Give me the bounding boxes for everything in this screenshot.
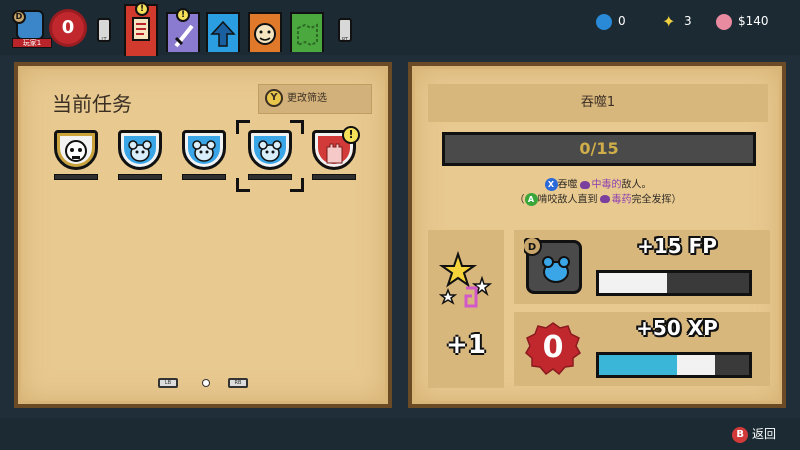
star-burst-icon: ✦ — [662, 11, 676, 31]
desc-line-1: X 吞噬 中毒的敌人。 — [428, 178, 768, 193]
lb-button[interactable]: LB — [158, 378, 178, 388]
quest-slot-3[interactable] — [180, 130, 228, 182]
tab-quests-alert: ! — [135, 2, 149, 16]
selection-corner — [236, 178, 250, 192]
stars-value: 3 — [684, 14, 692, 28]
tab-upgrades[interactable] — [206, 12, 240, 52]
back-label: 返回 — [751, 427, 776, 441]
rt-button[interactable]: RT — [338, 18, 352, 42]
rat-icon — [128, 140, 152, 162]
x-button-icon: X — [544, 178, 558, 191]
quest-slot-2[interactable] — [116, 130, 164, 182]
rb-button[interactable]: RB — [228, 378, 248, 388]
quest-progress-bar — [54, 174, 98, 180]
quest-progress-bar — [118, 174, 162, 180]
rat-icon — [192, 140, 216, 162]
xp-progress-bar — [596, 352, 752, 378]
quest-detail-panel: 吞噬1 0/15 X 吞噬 中毒的敌人。 （A 啃咬敌人直到 毒药完全发挥） +1 D — [408, 62, 786, 408]
stars-count: ✦ 3 — [662, 11, 692, 31]
sparkle-stars-icon — [438, 250, 493, 308]
player-tag: 玩家1 — [12, 38, 52, 48]
xp-reward-row: 0 +50 XP — [514, 312, 770, 386]
panel-title: 当前任务 — [52, 92, 132, 116]
poison-skull-icon — [579, 180, 590, 189]
quest-progress-bar — [182, 174, 226, 180]
desc-text: 啃咬敌人直到 — [537, 194, 598, 205]
quest-slot-1[interactable] — [52, 130, 100, 182]
lt-button[interactable]: LT — [97, 18, 111, 42]
tab-weapons[interactable]: ! — [166, 8, 200, 52]
rat-icon — [258, 140, 282, 162]
tab-pets[interactable] — [248, 12, 282, 52]
upgrade-points: 0 — [596, 11, 626, 31]
desc-text: 完全发挥） — [631, 194, 682, 205]
desc-poison-text: 中毒的 — [591, 179, 622, 191]
bottom-bar: B 返回 — [0, 418, 800, 450]
desc-text: 敌人。 — [621, 179, 652, 191]
fp-reward-label: +15 FP — [637, 234, 717, 258]
tab-weapons-alert: ! — [176, 8, 190, 22]
skull-face-icon — [65, 140, 87, 162]
selection-corner — [290, 178, 304, 192]
upgrade-point-icon — [596, 13, 612, 30]
quest-slot-5[interactable]: ! — [310, 126, 360, 182]
change-filter-label: 更改筛选 — [287, 93, 327, 104]
player-avatar[interactable]: D 玩家1 — [12, 10, 52, 48]
selection-corner — [236, 120, 250, 134]
piggy-bank-icon — [716, 13, 732, 30]
money-value: $140 — [738, 14, 769, 28]
desc-line-2: （A 啃咬敌人直到 毒药完全发挥） — [428, 192, 768, 208]
player-badge: D — [12, 10, 26, 24]
pet-rat-icon: D — [524, 238, 582, 296]
xp-level-seal-icon: 0 — [524, 320, 582, 378]
monkey-face-icon — [254, 23, 276, 45]
xp-level-number: 0 — [542, 330, 564, 365]
page-dot — [202, 379, 210, 387]
desc-text: 吞噬 — [557, 179, 578, 191]
xp-gain-preview-fill — [677, 355, 715, 375]
reward-item-box: +1 — [428, 230, 504, 388]
money: $140 — [716, 11, 769, 31]
top-bar: D 玩家1 0 LT ! ! RT 0 ✦ 3 $140 — [0, 0, 800, 56]
arrow-up-icon — [210, 20, 236, 47]
desc-poison-text: 毒药 — [611, 194, 632, 205]
quest-shield — [248, 130, 292, 170]
fp-progress-bar — [596, 270, 752, 296]
fp-reward-row: D +15 FP — [514, 230, 770, 304]
quest-description: X 吞噬 中毒的敌人。 （A 啃咬敌人直到 毒药完全发挥） — [428, 178, 768, 207]
quest-shield — [118, 130, 162, 170]
a-button-icon: A — [524, 192, 538, 206]
fp-progress-fill — [599, 273, 667, 293]
upgrade-points-value: 0 — [618, 14, 626, 28]
selection-corner — [290, 120, 304, 134]
quest-alert: ! — [342, 126, 360, 144]
xp-reward-label: +50 XP — [636, 316, 718, 340]
xp-progress-fill — [599, 355, 677, 375]
b-button-icon: B — [732, 426, 749, 443]
map-icon — [297, 23, 318, 47]
quest-progress-bar — [312, 174, 356, 180]
player-level-seal: 0 — [52, 12, 84, 44]
quest-progress: 0/15 — [442, 132, 756, 166]
page-indicator: LB RB — [158, 376, 258, 390]
quest-shield — [54, 130, 98, 170]
quest-slot-4-selected[interactable] — [236, 120, 304, 192]
back-button[interactable]: B 返回 — [732, 426, 776, 443]
poison-skull-icon — [599, 195, 610, 203]
current-quests-panel: 当前任务 Y 更改筛选 ! LB RB — [14, 62, 392, 408]
tab-quests[interactable]: ! — [124, 2, 158, 56]
y-button-icon: Y — [265, 89, 283, 107]
quest-name: 吞噬1 — [428, 84, 768, 122]
desc-text: （ — [514, 194, 525, 205]
quest-progress-bar — [248, 174, 292, 180]
tab-map[interactable] — [290, 12, 324, 52]
reward-count: +1 — [446, 330, 486, 360]
quest-shield — [182, 130, 226, 170]
svg-text:D: D — [528, 242, 536, 253]
quest-scroll-icon — [132, 17, 150, 41]
change-filter-button[interactable]: Y 更改筛选 — [258, 84, 372, 114]
